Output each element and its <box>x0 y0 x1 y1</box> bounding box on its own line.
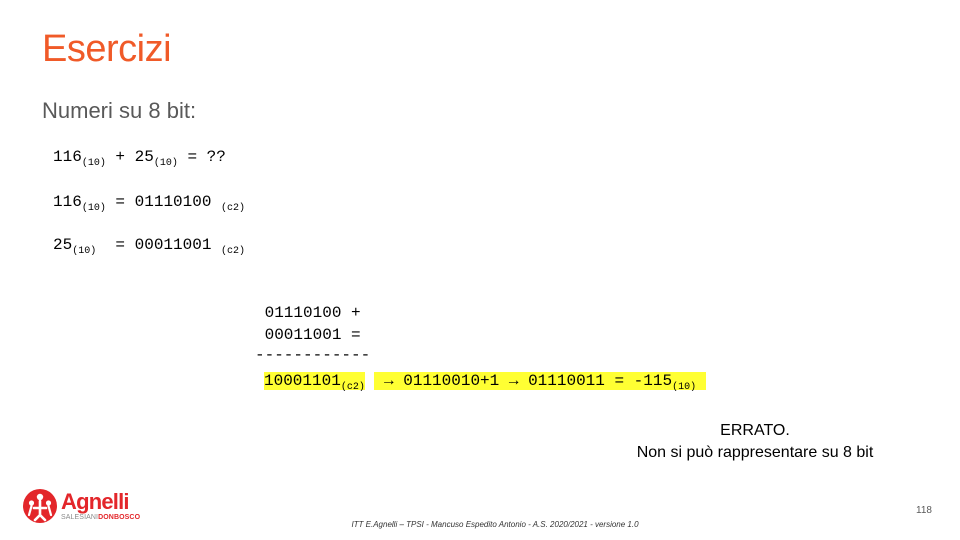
sum-result: 10001101(c2) → 01110010+1 → 01110011 = -… <box>264 371 706 393</box>
result-highlight: 10001101(c2) <box>264 372 365 393</box>
page-number: 118 <box>916 505 932 516</box>
agnelli-logo: Agnelli SALESIANIDONBOSCO <box>22 488 140 524</box>
slide-subtitle: Numeri su 8 bit: <box>42 98 197 123</box>
equation-line-1: 116(10) + 25(10) = ?? <box>53 148 226 169</box>
slide-title: Esercizi <box>42 28 172 70</box>
conversion-highlight: → 01110010+1 → 01110011 = -115(10) <box>374 372 706 393</box>
sum-rule: ------------ <box>255 346 371 364</box>
sum-row-1: 01110100 + <box>255 304 361 322</box>
logo-name: Agnelli <box>61 489 130 514</box>
salesian-people-icon <box>23 489 57 523</box>
equation-line-2: 116(10) = 01110100 (c2) <box>53 193 246 214</box>
sum-row-2: 00011001 = <box>255 326 361 344</box>
verdict-line-2: Non si può rappresentare su 8 bit <box>636 444 874 461</box>
slide-footer: ITT E.Agnelli – TPSI - Mancuso Espedito … <box>351 520 639 529</box>
verdict-line-1: ERRATO. <box>720 422 790 439</box>
equation-line-3: 25(10) = 00011001 (c2) <box>53 236 246 257</box>
verdict: ERRATO. Non si può rappresentare su 8 bi… <box>605 420 905 464</box>
